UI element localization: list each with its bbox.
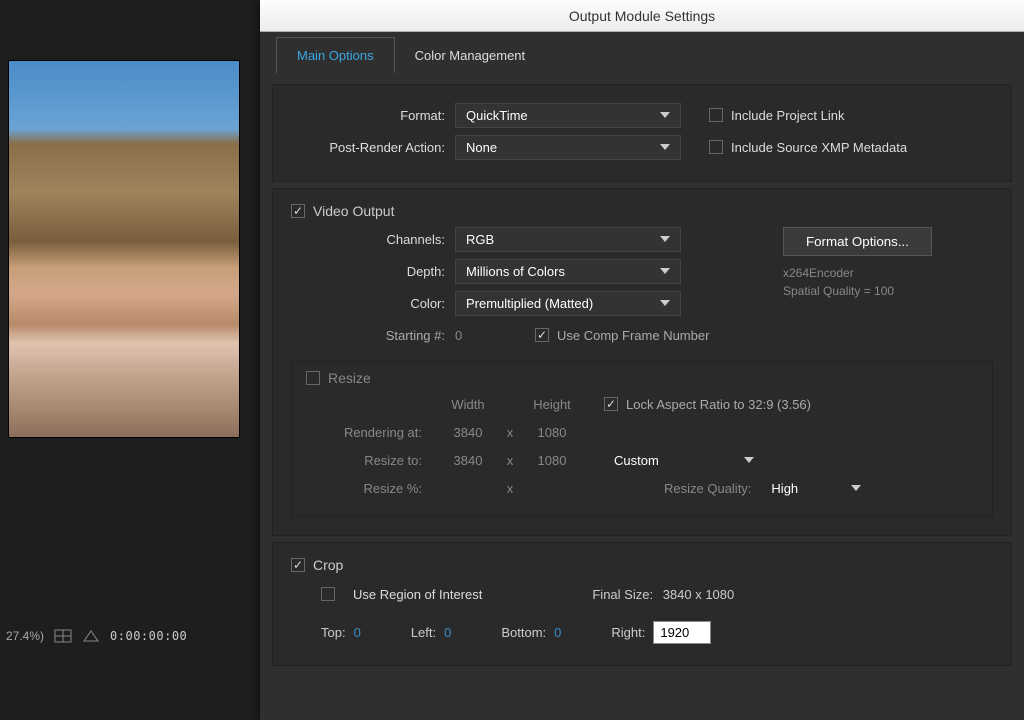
post-render-action-dropdown[interactable]: None <box>455 135 681 160</box>
resize-to-width[interactable]: 3840 <box>436 453 500 468</box>
depth-label: Depth: <box>291 264 455 279</box>
resize-quality-label: Resize Quality: <box>664 481 751 496</box>
resize-pct-label: Resize %: <box>306 481 436 496</box>
chevron-down-icon <box>660 112 670 118</box>
chevron-down-icon <box>660 144 670 150</box>
format-label: Format: <box>291 108 455 123</box>
height-heading: Height <box>520 397 584 412</box>
zoom-readout[interactable]: 27.4%) <box>6 629 44 643</box>
include-xmp-checkbox[interactable] <box>709 140 723 154</box>
crop-right-input[interactable] <box>653 621 711 644</box>
resize-checkbox[interactable] <box>306 371 320 385</box>
crop-section: Crop Use Region of Interest Final Size: … <box>272 542 1012 666</box>
timecode-readout[interactable]: 0:00:00:00 <box>110 629 187 643</box>
crop-header: Crop <box>313 557 343 573</box>
resize-quality-value: High <box>771 481 798 496</box>
use-roi-checkbox[interactable] <box>321 587 335 601</box>
starting-number-label: Starting #: <box>291 328 455 343</box>
crop-left-label: Left: <box>411 625 436 640</box>
rendering-width: 3840 <box>436 425 500 440</box>
output-module-settings-dialog: Output Module Settings Main Options Colo… <box>260 0 1024 720</box>
resize-preset-value: Custom <box>614 453 659 468</box>
crop-bottom-label: Bottom: <box>501 625 546 640</box>
crop-bottom-value[interactable]: 0 <box>554 625 561 640</box>
lock-aspect-label: Lock Aspect Ratio to 32:9 (3.56) <box>626 397 811 412</box>
lock-aspect-checkbox[interactable] <box>604 397 618 411</box>
crop-top-value[interactable]: 0 <box>354 625 361 640</box>
starting-number-value[interactable]: 0 <box>455 328 505 343</box>
post-render-action-value: None <box>466 140 497 155</box>
use-comp-frame-label: Use Comp Frame Number <box>557 328 709 343</box>
composition-viewer: 27.4%) 0:00:00:00 <box>0 0 260 720</box>
chevron-down-icon <box>744 457 754 463</box>
resize-header: Resize <box>328 370 371 386</box>
depth-value: Millions of Colors <box>466 264 565 279</box>
tab-bar: Main Options Color Management <box>260 32 1024 78</box>
grid-icon[interactable] <box>54 629 72 643</box>
depth-dropdown[interactable]: Millions of Colors <box>455 259 681 284</box>
encoder-info: x264Encoder Spatial Quality = 100 <box>783 264 993 300</box>
post-render-action-label: Post-Render Action: <box>291 140 455 155</box>
chevron-down-icon <box>851 485 861 491</box>
crop-checkbox[interactable] <box>291 558 305 572</box>
resize-quality-dropdown[interactable]: High <box>761 477 871 500</box>
use-roi-label: Use Region of Interest <box>353 587 482 602</box>
dialog-titlebar: Output Module Settings <box>260 0 1024 32</box>
color-label: Color: <box>291 296 455 311</box>
viewer-footer: 27.4%) 0:00:00:00 <box>0 616 260 656</box>
format-section: Format: QuickTime Include Project Link P… <box>272 84 1012 182</box>
video-output-checkbox[interactable] <box>291 204 305 218</box>
color-dropdown[interactable]: Premultiplied (Matted) <box>455 291 681 316</box>
encoder-quality: Spatial Quality = 100 <box>783 282 993 300</box>
format-options-button[interactable]: Format Options... <box>783 227 932 256</box>
chevron-down-icon <box>660 236 670 242</box>
mask-icon[interactable] <box>82 629 100 643</box>
channels-dropdown[interactable]: RGB <box>455 227 681 252</box>
channels-label: Channels: <box>291 232 455 247</box>
video-output-section: Video Output Channels: RGB Depth: Millio… <box>272 188 1012 536</box>
rendering-at-label: Rendering at: <box>306 425 436 440</box>
crop-top-label: Top: <box>321 625 346 640</box>
crop-right-label: Right: <box>611 625 645 640</box>
color-value: Premultiplied (Matted) <box>466 296 593 311</box>
final-size-label: Final Size: <box>592 587 653 602</box>
tab-color-management[interactable]: Color Management <box>395 38 546 73</box>
include-xmp-label: Include Source XMP Metadata <box>731 140 907 155</box>
resize-preset-dropdown[interactable]: Custom <box>604 449 764 472</box>
rendering-height: 1080 <box>520 425 584 440</box>
use-comp-frame-checkbox[interactable] <box>535 328 549 342</box>
composition-preview <box>8 60 240 438</box>
format-dropdown[interactable]: QuickTime <box>455 103 681 128</box>
video-output-header: Video Output <box>313 203 394 219</box>
crop-left-value[interactable]: 0 <box>444 625 451 640</box>
resize-to-label: Resize to: <box>306 453 436 468</box>
tab-main-options[interactable]: Main Options <box>276 37 395 73</box>
width-heading: Width <box>436 397 500 412</box>
resize-to-height[interactable]: 1080 <box>520 453 584 468</box>
chevron-down-icon <box>660 268 670 274</box>
format-value: QuickTime <box>466 108 528 123</box>
encoder-name: x264Encoder <box>783 264 993 282</box>
channels-value: RGB <box>466 232 494 247</box>
include-project-link-label: Include Project Link <box>731 108 844 123</box>
include-project-link-checkbox[interactable] <box>709 108 723 122</box>
final-size-value: 3840 x 1080 <box>663 587 735 602</box>
resize-section: Resize Width Height Lock Aspect Ratio to… <box>291 361 993 517</box>
chevron-down-icon <box>660 300 670 306</box>
